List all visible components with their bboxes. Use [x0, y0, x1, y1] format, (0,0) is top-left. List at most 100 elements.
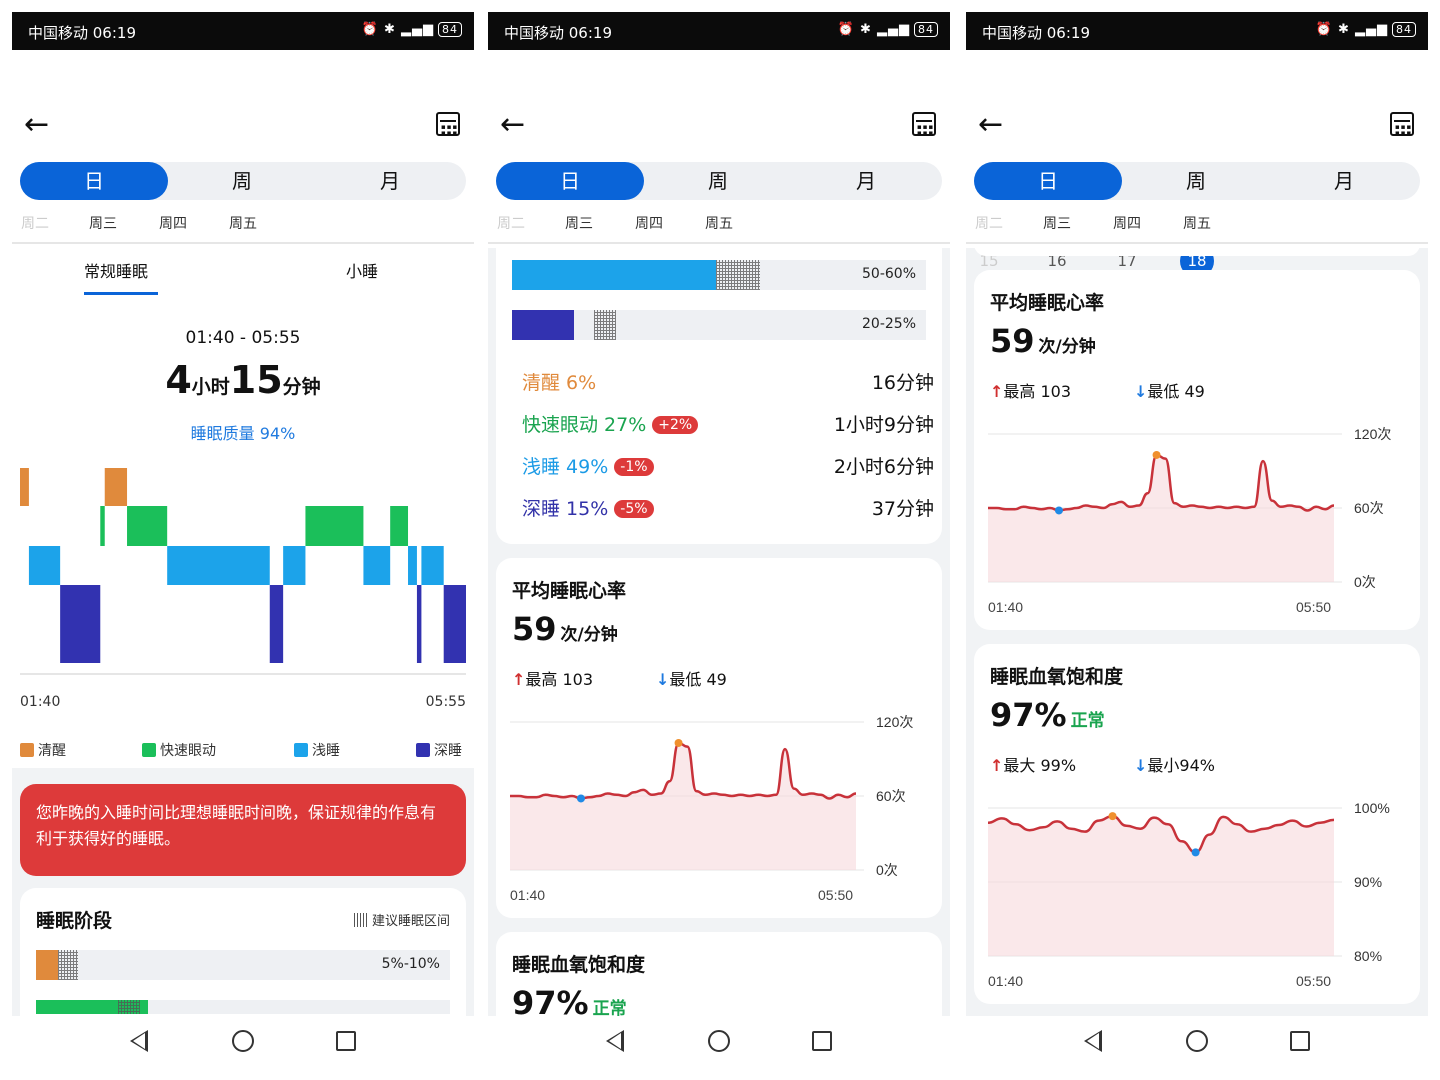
status-bar: 中国移动 06:19 ⏰ ✱ ▂▄▆ 84 — [12, 12, 474, 50]
max-point — [1152, 450, 1161, 459]
hypnogram-segment-deep — [416, 585, 422, 663]
hatch-icon — [353, 913, 368, 927]
hypnogram-segment-light — [28, 546, 61, 585]
period-switch: 日 周 月 — [20, 162, 466, 200]
min-point — [1054, 506, 1063, 515]
spo2-card[interactable]: 睡眠血氧饱和度 97% 正常 ↑最大 99% ↓最小94% 100% 90% 80% 0… — [974, 644, 1420, 1004]
hypnogram-segment-rem — [127, 506, 168, 546]
tab-week[interactable]: 周 — [644, 162, 792, 200]
min-point — [576, 794, 585, 803]
hypnogram-segment-deep — [443, 585, 466, 663]
nav-back-icon[interactable] — [1084, 1030, 1102, 1052]
carrier-time: 中国移动 06:19 — [28, 24, 136, 42]
stage-row-rem: 快速眼动 27% +2% 1小时9分钟 — [522, 414, 934, 436]
y-tick-label: 0次 — [876, 862, 898, 878]
stage-bar-deep: 20-25% — [512, 310, 926, 340]
tab-regular-sleep[interactable]: 常规睡眠 — [84, 258, 148, 282]
nav-back-icon[interactable] — [130, 1030, 148, 1052]
hypnogram-segment-light — [167, 546, 270, 585]
legend-deep: 深睡 — [416, 740, 462, 760]
calendar-icon[interactable]: ▪▪▪ ▪▪▪ — [912, 112, 936, 137]
nav-recent-icon[interactable] — [812, 1031, 832, 1051]
heart-rate-value: 59 次/分钟 — [990, 322, 1096, 360]
card-title: 睡眠阶段 — [36, 910, 113, 932]
system-nav-bar — [488, 1016, 950, 1068]
max-point — [674, 738, 683, 747]
nav-back-icon[interactable] — [606, 1030, 624, 1052]
heart-rate-card[interactable]: 平均睡眠心率 59 次/分钟 ↑最高 103 ↓最低 49 120次 60次 0次 01… — [974, 270, 1420, 630]
tab-month[interactable]: 月 — [316, 162, 464, 200]
carrier-time: 中国移动 06:19 — [982, 24, 1090, 42]
advice-banner[interactable]: 您昨晚的入睡时间比理想睡眠时间晚，保证规律的作息有利于获得好的睡眠。 — [20, 784, 466, 876]
tab-indicator — [84, 292, 158, 295]
spo2-max: ↑最大 99% — [990, 756, 1077, 775]
hypnogram-segment-awake — [104, 468, 128, 506]
calendar-icon[interactable]: ▪▪▪ ▪▪▪ — [1390, 112, 1414, 137]
stage-bar-awake: 5%-10% — [36, 950, 450, 980]
time-range: 01:40 - 05:55 — [185, 328, 301, 348]
spo2-min: ↓最小94% — [1134, 756, 1215, 775]
hypnogram-segment-rem — [305, 506, 364, 546]
y-tick-label: 0次 — [1354, 574, 1376, 590]
hypnogram-segment-deep — [269, 585, 284, 663]
nav-home-icon[interactable] — [232, 1030, 254, 1052]
x-end-label: 05:50 — [1296, 973, 1331, 989]
legend-rem: 快速眼动 — [142, 740, 216, 760]
hypnogram-segment-light — [421, 546, 444, 585]
hr-max: ↑最高 103 — [990, 382, 1072, 401]
stage-row-deep: 深睡 15% -5% 37分钟 — [522, 498, 934, 520]
tab-week[interactable]: 周 — [168, 162, 316, 200]
sleep-summary: 01:40 - 05:55 4小时15分钟 睡眠质量 94% 01:40 05:… — [12, 298, 474, 768]
sleep-quality[interactable]: 睡眠质量 94% — [12, 420, 474, 444]
y-tick-label: 80% — [1354, 948, 1382, 964]
series-area — [988, 454, 1334, 582]
tab-week[interactable]: 周 — [1122, 162, 1270, 200]
header: ← ▪▪▪▪▪▪ 日 周 月 周二15 周三16 周四17 周五18 — [488, 50, 950, 278]
max-point — [1108, 812, 1117, 821]
tab-day[interactable]: 日 — [496, 162, 644, 200]
heart-rate-card[interactable]: 平均睡眠心率 59 次/分钟 ↑最高 103 ↓最低 49 120次 60次 0次 01… — [496, 558, 942, 918]
heart-rate-chart: 120次 60次 0次 01:40 05:50 — [988, 426, 1391, 615]
system-nav-bar — [12, 1016, 474, 1068]
x-start-label: 01:40 — [988, 973, 1023, 989]
screen-3: 中国移动 06:19 ⏰ ✱ ▂▄▆ 84 ← ▪▪▪ ▪▪▪ 日 周 月 周二 15… — [966, 12, 1428, 1068]
battery-icon: 84 — [1392, 22, 1416, 37]
tab-month[interactable]: 月 — [792, 162, 940, 200]
hypnogram-segment-light — [363, 546, 391, 585]
screen-1: 中国移动 06:19 ⏰ ✱ ▂▄▆84 ← ▪▪▪▪▪▪ 日 周 月 周二15… — [12, 12, 474, 1068]
y-tick-label: 90% — [1354, 874, 1382, 890]
series-area — [510, 742, 856, 870]
tab-day[interactable]: 日 — [974, 162, 1122, 200]
calendar-icon[interactable]: ▪▪▪ ▪▪▪ — [436, 112, 460, 137]
stage-bar-rem — [36, 1000, 450, 1014]
battery-icon: 84 — [914, 22, 938, 37]
status-icons: ⏰ ✱ ▂▄▆ 84 — [838, 22, 938, 37]
heart-rate-chart: 120次 60次 0次 01:40 05:50 — [510, 714, 913, 903]
period-switch: 日 周 月 — [496, 162, 942, 200]
x-start-label: 01:40 — [988, 599, 1023, 615]
battery-icon: 84 — [438, 22, 462, 37]
back-arrow-icon[interactable]: ← — [24, 110, 49, 140]
y-tick-label: 120次 — [876, 714, 913, 730]
hypnogram-segment-rem — [100, 506, 105, 546]
header: ← ▪▪▪▪▪▪ 日 周 月 周二15 周三16 周四17 周五18 — [12, 50, 474, 278]
hr-max: ↑最高 103 — [512, 670, 594, 689]
nav-home-icon[interactable] — [708, 1030, 730, 1052]
card-title: 平均睡眠心率 — [990, 292, 1105, 314]
nav-home-icon[interactable] — [1186, 1030, 1208, 1052]
system-nav-bar — [966, 1016, 1428, 1068]
carrier-time: 中国移动 06:19 — [504, 24, 612, 42]
tab-nap[interactable]: 小睡 — [346, 258, 378, 282]
period-switch: 日 周 月 — [974, 162, 1420, 200]
back-arrow-icon[interactable]: ← — [978, 110, 1003, 140]
hypnogram-segment-deep — [60, 585, 101, 663]
heart-rate-value: 59 次/分钟 — [512, 610, 618, 648]
tab-month[interactable]: 月 — [1270, 162, 1418, 200]
nav-recent-icon[interactable] — [1290, 1031, 1310, 1051]
status-bar: 中国移动 06:19 ⏰ ✱ ▂▄▆ 84 — [966, 12, 1428, 50]
back-arrow-icon[interactable]: ← — [500, 110, 525, 140]
tab-day[interactable]: 日 — [20, 162, 168, 200]
hypnogram-segment-light — [408, 546, 417, 585]
nav-recent-icon[interactable] — [336, 1031, 356, 1051]
card-title: 平均睡眠心率 — [512, 580, 627, 602]
